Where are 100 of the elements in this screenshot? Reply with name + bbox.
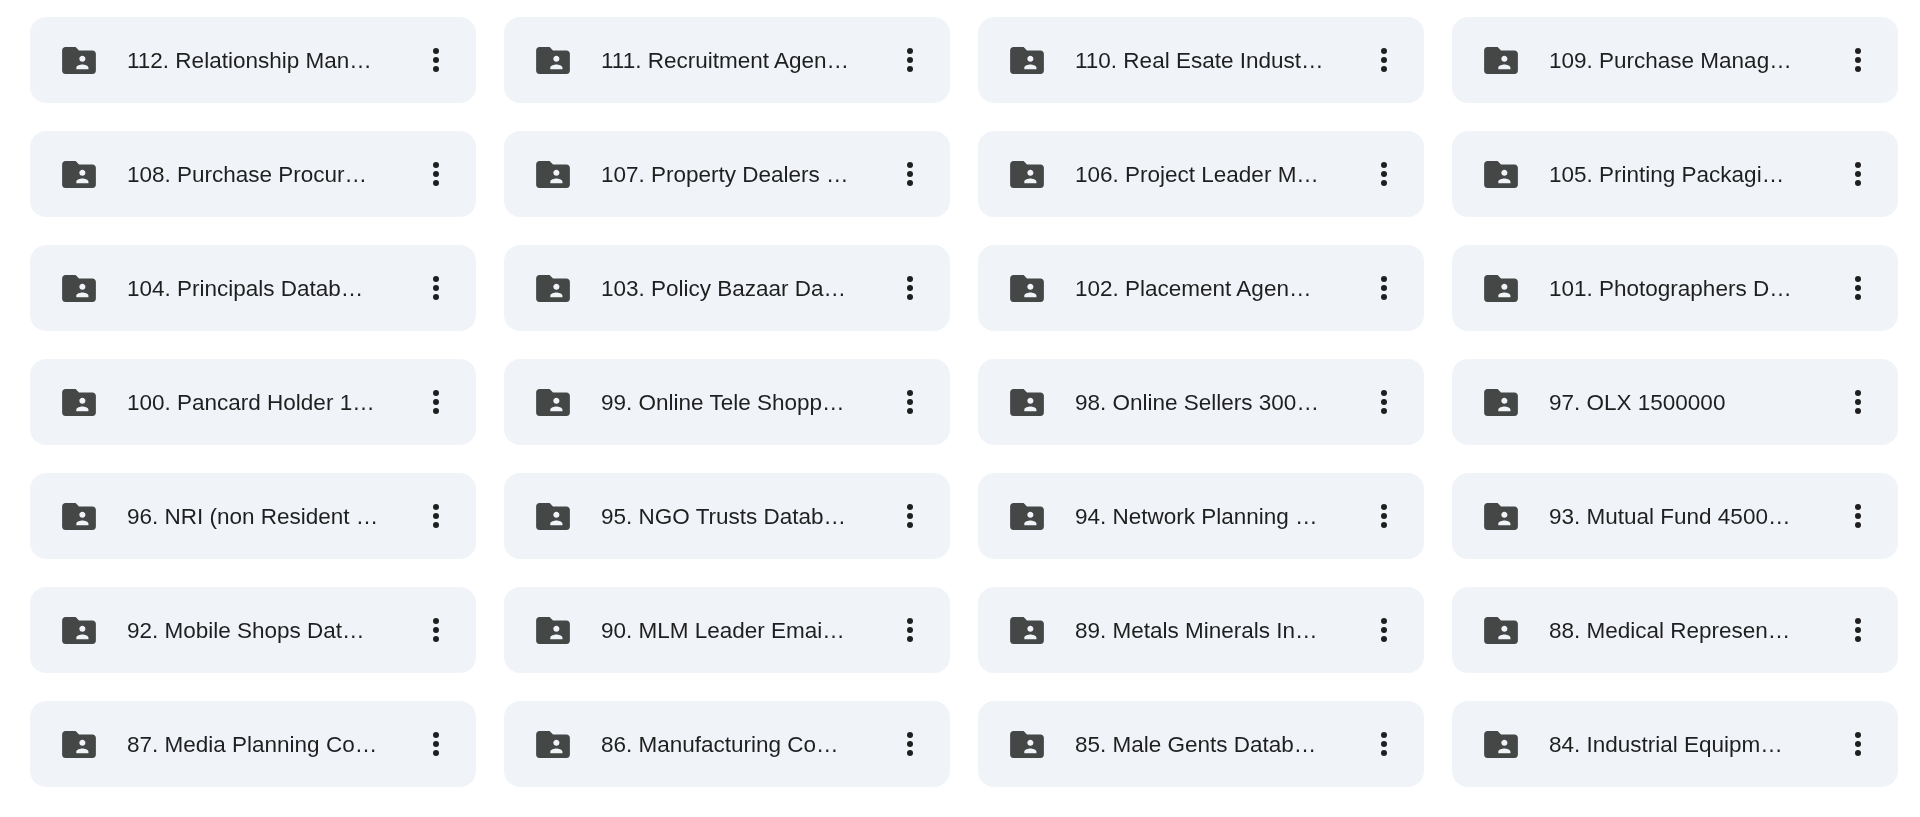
folder-name: 86. Manufacturing Co… xyxy=(601,730,840,758)
folder-card[interactable]: 97. OLX 1500000 xyxy=(1452,359,1898,445)
folder-name: 96. NRI (non Resident … xyxy=(127,502,380,530)
folder-card[interactable]: 93. Mutual Fund 4500… xyxy=(1452,473,1898,559)
folder-name: 104. Principals Datab… xyxy=(127,274,365,302)
shared-folder-icon xyxy=(1010,46,1044,74)
shared-folder-icon xyxy=(1484,502,1518,530)
shared-folder-icon xyxy=(536,388,570,416)
more-options-icon xyxy=(1855,732,1861,756)
more-options-icon xyxy=(433,162,439,186)
folder-name: 93. Mutual Fund 4500… xyxy=(1549,502,1792,530)
folder-name: 88. Medical Represen… xyxy=(1549,616,1792,644)
folder-card[interactable]: 100. Pancard Holder 1… xyxy=(30,359,476,445)
folder-name: 84. Industrial Equipm… xyxy=(1549,730,1784,758)
folder-card[interactable]: 108. Purchase Procur… xyxy=(30,131,476,217)
folder-card[interactable]: 110. Real Esate Indust… xyxy=(978,17,1424,103)
folder-card[interactable]: 86. Manufacturing Co… xyxy=(504,701,950,787)
folder-card[interactable]: 109. Purchase Manag… xyxy=(1452,17,1898,103)
folder-card[interactable]: 94. Network Planning … xyxy=(978,473,1424,559)
more-options-icon xyxy=(1381,276,1387,300)
folder-name: 90. MLM Leader Emai… xyxy=(601,616,846,644)
folder-name: 101. Photographers D… xyxy=(1549,274,1793,302)
more-options-icon xyxy=(1381,618,1387,642)
shared-folder-icon xyxy=(1010,274,1044,302)
shared-folder-icon xyxy=(536,46,570,74)
folder-card[interactable]: 85. Male Gents Datab… xyxy=(978,701,1424,787)
folder-card[interactable]: 111. Recruitment Agen… xyxy=(504,17,950,103)
shared-folder-icon xyxy=(1010,502,1044,530)
folder-name: 98. Online Sellers 300… xyxy=(1075,388,1320,416)
more-options-icon xyxy=(1855,504,1861,528)
folder-card[interactable]: 106. Project Leader M… xyxy=(978,131,1424,217)
folder-card[interactable]: 107. Property Dealers … xyxy=(504,131,950,217)
folder-card[interactable]: 102. Placement Agen… xyxy=(978,245,1424,331)
folder-card[interactable]: 84. Industrial Equipm… xyxy=(1452,701,1898,787)
folder-card[interactable]: 96. NRI (non Resident … xyxy=(30,473,476,559)
folder-card[interactable]: 92. Mobile Shops Dat… xyxy=(30,587,476,673)
shared-folder-icon xyxy=(1484,388,1518,416)
folder-name: 94. Network Planning … xyxy=(1075,502,1319,530)
folder-name: 99. Online Tele Shopp… xyxy=(601,388,846,416)
shared-folder-icon xyxy=(1010,160,1044,188)
folder-card[interactable]: 105. Printing Packagi… xyxy=(1452,131,1898,217)
more-options-icon xyxy=(433,504,439,528)
shared-folder-icon xyxy=(62,274,96,302)
shared-folder-icon xyxy=(62,46,96,74)
more-options-icon xyxy=(1855,276,1861,300)
more-options-icon xyxy=(907,162,913,186)
folder-card[interactable]: 101. Photographers D… xyxy=(1452,245,1898,331)
shared-folder-icon xyxy=(1484,160,1518,188)
folder-name: 107. Property Dealers … xyxy=(601,160,850,188)
shared-folder-icon xyxy=(62,160,96,188)
folder-name: 109. Purchase Manag… xyxy=(1549,46,1793,74)
folder-name: 103. Policy Bazaar Da… xyxy=(601,274,848,302)
folder-card[interactable]: 103. Policy Bazaar Da… xyxy=(504,245,950,331)
shared-folder-icon xyxy=(62,730,96,758)
folder-card[interactable]: 88. Medical Represen… xyxy=(1452,587,1898,673)
shared-folder-icon xyxy=(1484,46,1518,74)
shared-folder-icon xyxy=(62,616,96,644)
more-options-icon xyxy=(907,276,913,300)
more-options-icon xyxy=(907,504,913,528)
shared-folder-icon xyxy=(536,730,570,758)
folder-name: 97. OLX 1500000 xyxy=(1549,388,1727,416)
shared-folder-icon xyxy=(1010,388,1044,416)
shared-folder-icon xyxy=(536,502,570,530)
folder-name: 85. Male Gents Datab… xyxy=(1075,730,1318,758)
more-options-icon xyxy=(1855,390,1861,414)
folder-card[interactable]: 112. Relationship Man… xyxy=(30,17,476,103)
shared-folder-icon xyxy=(1484,274,1518,302)
folder-name: 112. Relationship Man… xyxy=(127,46,373,74)
shared-folder-icon xyxy=(1484,730,1518,758)
shared-folder-icon xyxy=(1484,616,1518,644)
folder-name: 111. Recruitment Agen… xyxy=(601,46,851,74)
folder-card[interactable]: 99. Online Tele Shopp… xyxy=(504,359,950,445)
more-options-icon xyxy=(433,618,439,642)
more-options-icon xyxy=(1381,162,1387,186)
more-options-icon xyxy=(1381,390,1387,414)
more-options-icon xyxy=(907,732,913,756)
shared-folder-icon xyxy=(1010,616,1044,644)
more-options-icon xyxy=(433,390,439,414)
shared-folder-icon xyxy=(536,274,570,302)
more-options-icon xyxy=(433,276,439,300)
more-options-icon xyxy=(433,48,439,72)
folder-name: 100. Pancard Holder 1… xyxy=(127,388,376,416)
shared-folder-icon xyxy=(62,388,96,416)
shared-folder-icon xyxy=(1010,730,1044,758)
folder-card[interactable]: 89. Metals Minerals In… xyxy=(978,587,1424,673)
more-options-icon xyxy=(1381,504,1387,528)
more-options-icon xyxy=(1381,48,1387,72)
folder-card[interactable]: 104. Principals Datab… xyxy=(30,245,476,331)
shared-folder-icon xyxy=(536,616,570,644)
folder-card[interactable]: 87. Media Planning Co… xyxy=(30,701,476,787)
more-options-icon xyxy=(433,732,439,756)
more-options-icon xyxy=(1381,732,1387,756)
folder-name: 110. Real Esate Indust… xyxy=(1075,46,1325,74)
folder-card[interactable]: 95. NGO Trusts Datab… xyxy=(504,473,950,559)
folder-card[interactable]: 98. Online Sellers 300… xyxy=(978,359,1424,445)
more-options-icon xyxy=(907,618,913,642)
folder-name: 105. Printing Packagi… xyxy=(1549,160,1786,188)
folder-card[interactable]: 90. MLM Leader Emai… xyxy=(504,587,950,673)
folder-name: 108. Purchase Procur… xyxy=(127,160,369,188)
more-options-icon xyxy=(907,390,913,414)
